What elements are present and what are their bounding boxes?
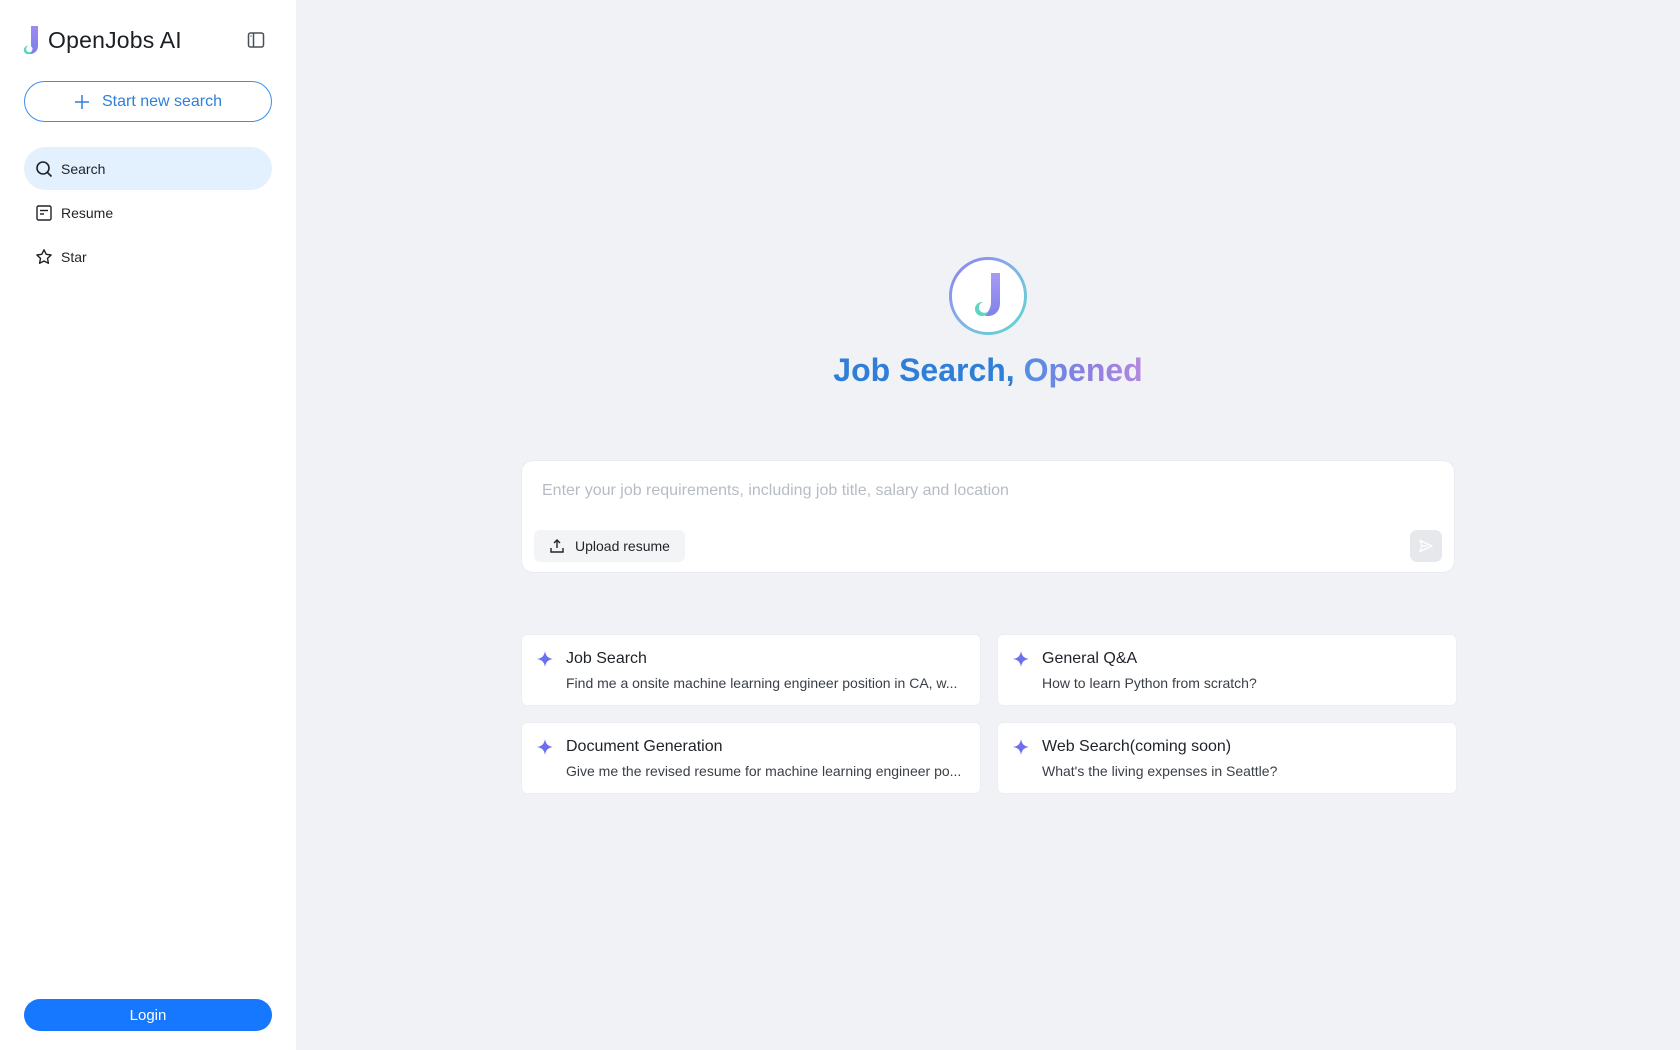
sparkle-icon xyxy=(1013,739,1029,755)
sidebar-item-label: Search xyxy=(61,160,106,177)
suggestion-cards: Job Search Find me a onsite machine lear… xyxy=(521,634,1457,794)
suggestion-title: Web Search(coming soon) xyxy=(1042,738,1232,755)
send-button[interactable] xyxy=(1410,530,1442,562)
suggestion-description: What's the living expenses in Seattle? xyxy=(1042,763,1278,779)
sidebar-item-label: Resume xyxy=(61,204,114,221)
openjobs-logo-icon xyxy=(23,26,38,55)
app-name: OpenJobs AI xyxy=(48,26,182,53)
search-icon xyxy=(36,160,53,177)
suggestion-description: Find me a onsite machine learning engine… xyxy=(566,675,958,691)
login-button[interactable]: Login xyxy=(24,999,272,1031)
suggestion-card-web-search[interactable]: Web Search(coming soon) What's the livin… xyxy=(997,722,1457,794)
hero-title: Job Search, Opened xyxy=(692,352,1284,389)
resume-icon xyxy=(36,204,52,221)
suggestion-card-job-search[interactable]: Job Search Find me a onsite machine lear… xyxy=(521,634,981,706)
suggestion-card-general-qa[interactable]: General Q&A How to learn Python from scr… xyxy=(997,634,1457,706)
sidebar-item-label: Star xyxy=(61,248,87,265)
upload-resume-label: Upload resume xyxy=(575,538,670,554)
app-root: OpenJobs AI Start new search Search Resu… xyxy=(0,0,1680,1050)
sparkle-icon xyxy=(1013,651,1029,667)
hero-title-part2: Opened xyxy=(1023,352,1143,388)
suggestion-title: Document Generation xyxy=(566,738,723,755)
hero-title-part1: Job Search, xyxy=(833,352,1024,388)
upload-resume-button[interactable]: Upload resume xyxy=(534,530,685,562)
sparkle-icon xyxy=(537,651,553,667)
sidebar: OpenJobs AI Start new search Search Resu… xyxy=(0,0,296,1050)
sparkle-icon xyxy=(537,739,553,755)
sidebar-item-star[interactable]: Star xyxy=(24,235,272,278)
plus-icon xyxy=(74,94,89,109)
suggestion-title: Job Search xyxy=(566,650,647,667)
sidebar-item-resume[interactable]: Resume xyxy=(24,191,272,234)
brand[interactable]: OpenJobs AI xyxy=(22,24,182,56)
job-search-box: Upload resume xyxy=(521,460,1455,573)
suggestion-description: How to learn Python from scratch? xyxy=(1042,675,1257,691)
send-icon xyxy=(1419,539,1433,553)
upload-icon xyxy=(550,539,564,553)
sidebar-nav: Search Resume Star xyxy=(24,147,272,279)
main-content: Job Search, Opened Upload resume xyxy=(296,0,1680,1050)
suggestion-description: Give me the revised resume for machine l… xyxy=(566,763,962,779)
openjobs-hero-logo-icon xyxy=(949,257,1027,335)
start-new-search-label: Start new search xyxy=(101,92,223,110)
job-requirements-input[interactable] xyxy=(542,479,1422,503)
suggestion-card-document-generation[interactable]: Document Generation Give me the revised … xyxy=(521,722,981,794)
start-new-search-button[interactable]: Start new search xyxy=(24,81,272,122)
star-icon xyxy=(36,248,52,264)
sidebar-item-search[interactable]: Search xyxy=(24,147,272,190)
suggestion-title: General Q&A xyxy=(1042,650,1138,667)
sidebar-toggle-icon[interactable] xyxy=(244,28,268,52)
